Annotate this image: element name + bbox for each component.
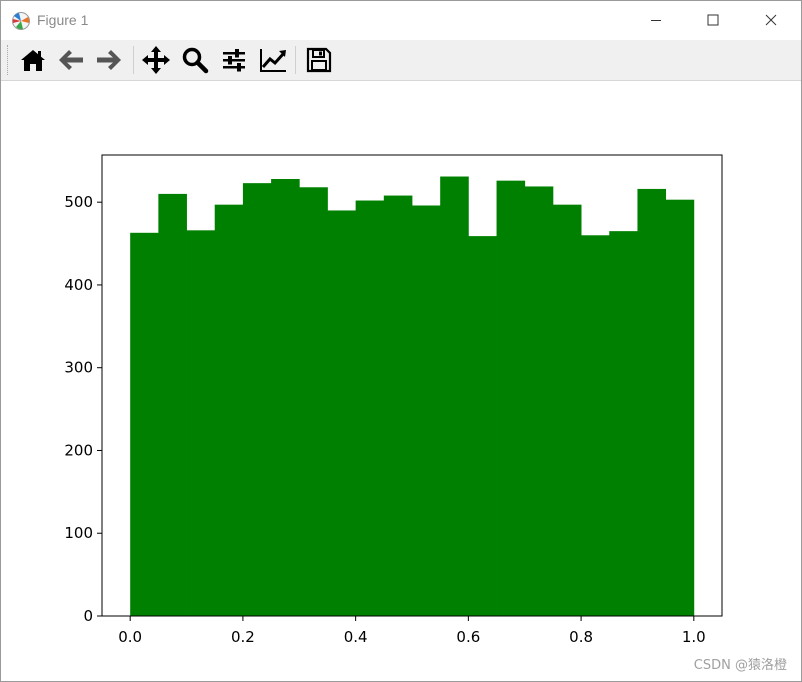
histogram-bar [665, 199, 695, 616]
histogram-bar [158, 193, 187, 616]
histogram-bar [552, 204, 582, 617]
histogram-bar [383, 195, 413, 616]
matplotlib-icon [11, 11, 31, 31]
maximize-icon [707, 14, 719, 26]
histogram-bar [468, 236, 497, 617]
home-button[interactable] [17, 44, 49, 76]
histogram-bar [609, 231, 638, 617]
sliders-icon [220, 46, 248, 74]
toolbar-grip[interactable] [7, 45, 9, 75]
x-tick-label: 0.2 [231, 628, 255, 646]
pan-button[interactable] [140, 44, 172, 76]
histogram-bar [299, 187, 328, 617]
floppy-disk-icon [305, 46, 333, 74]
y-tick-label: 300 [64, 359, 93, 377]
y-tick-label: 400 [64, 276, 93, 294]
forward-button[interactable] [93, 44, 125, 76]
zoom-button[interactable] [179, 44, 211, 76]
minimize-icon [650, 14, 662, 26]
back-button[interactable] [55, 44, 87, 76]
histogram-chart: 0.0 0.2 0.4 0.6 0.8 1.0 0 100 200 300 400 500 [64, 154, 723, 646]
line-chart-icon [258, 46, 288, 74]
histogram-bar [242, 183, 272, 616]
x-tick-label: 0.6 [456, 628, 480, 646]
edit-axis-button[interactable] [257, 44, 289, 76]
close-button[interactable] [748, 1, 794, 39]
maximize-button[interactable] [690, 1, 736, 39]
histogram-bar [581, 235, 610, 616]
home-icon [19, 46, 47, 74]
histogram-bar [271, 179, 300, 616]
histogram-bar [496, 180, 526, 616]
histogram-bar [412, 205, 441, 616]
configure-subplots-button[interactable] [218, 44, 250, 76]
move-icon [141, 45, 171, 75]
histogram-bar [440, 176, 469, 616]
minimize-button[interactable] [633, 1, 679, 39]
histogram-bars [130, 176, 695, 617]
x-tick-label: 0.0 [118, 628, 142, 646]
y-tick-label: 0 [83, 607, 93, 625]
figure-window: Figure 1 0.0 0.2 0.4 0.6 0.8 1.0 0 100 2… [0, 0, 802, 682]
histogram-bar [637, 188, 667, 616]
y-tick-label: 100 [64, 524, 93, 542]
x-axis-ticks: 0.0 0.2 0.4 0.6 0.8 1.0 [118, 616, 706, 646]
watermark: CSDN @猿洛橙 [693, 658, 787, 673]
x-tick-label: 0.8 [569, 628, 593, 646]
histogram-bar [186, 230, 216, 616]
arrow-left-icon [57, 46, 85, 74]
y-axis-ticks: 0 100 200 300 400 500 [64, 193, 102, 625]
figure-canvas[interactable]: 0.0 0.2 0.4 0.6 0.8 1.0 0 100 200 300 400 500 CSDN… [1, 81, 801, 681]
histogram-bar [327, 210, 357, 616]
y-tick-label: 200 [64, 441, 93, 459]
histogram-bar [355, 200, 385, 617]
navigation-toolbar [1, 40, 801, 81]
title-bar[interactable]: Figure 1 [1, 1, 801, 40]
save-button[interactable] [303, 44, 335, 76]
histogram-bar [524, 186, 554, 616]
arrow-right-icon [95, 46, 123, 74]
close-icon [765, 14, 777, 26]
histogram-bar [214, 204, 244, 617]
y-tick-label: 500 [64, 193, 93, 211]
x-tick-label: 1.0 [682, 628, 706, 646]
magnifier-icon [181, 46, 209, 74]
histogram-bar [130, 232, 159, 616]
toolbar-separator [295, 46, 296, 74]
window-title: Figure 1 [37, 12, 89, 28]
x-tick-label: 0.4 [344, 628, 368, 646]
toolbar-separator [133, 46, 134, 74]
